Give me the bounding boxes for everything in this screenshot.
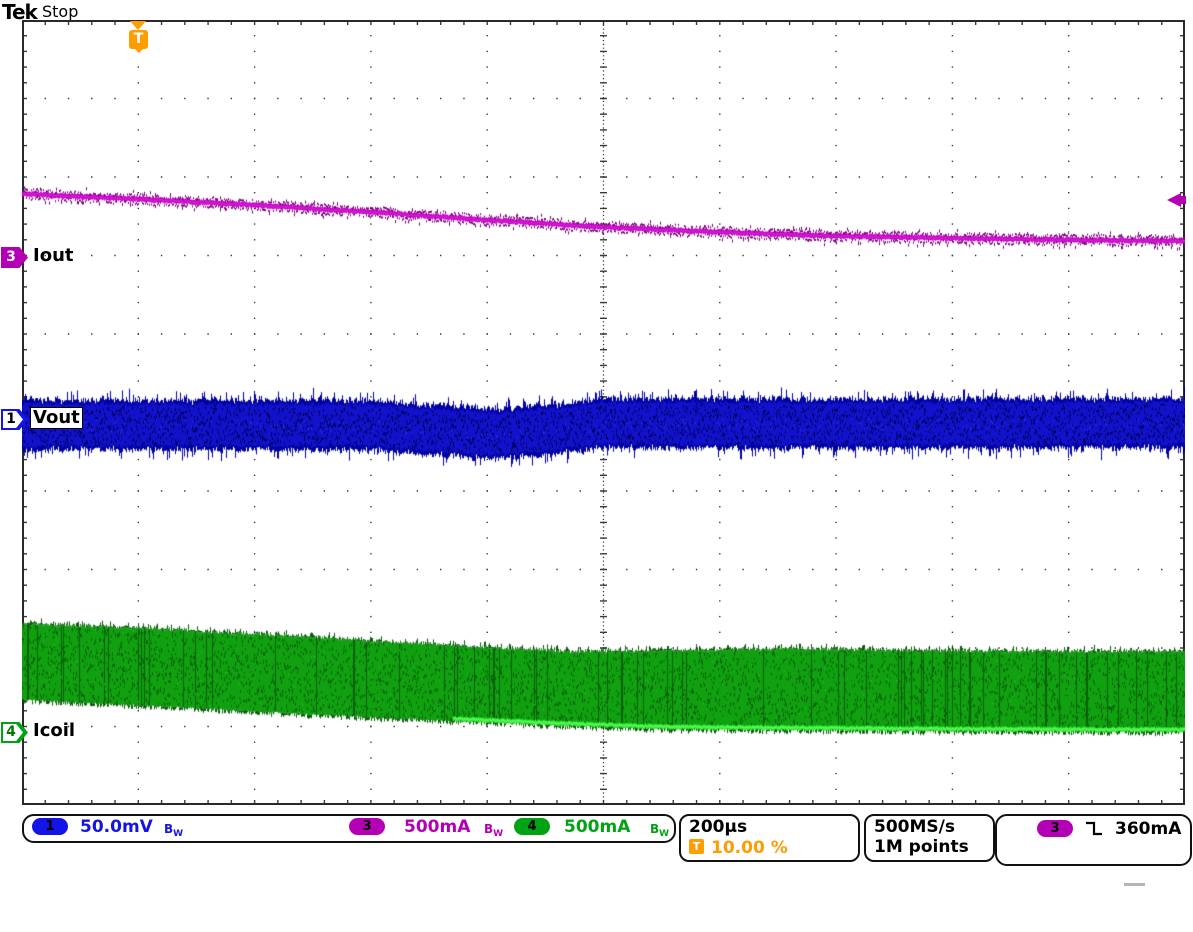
falling-edge-icon	[1085, 821, 1103, 836]
trigger-level-arrow-icon[interactable]	[1167, 193, 1181, 207]
ch4-scale-readout: 500mA	[564, 817, 630, 837]
trigger-t-icon: T	[689, 839, 704, 854]
ch4-bandwidth-limit-icon: BW	[650, 818, 669, 839]
trigger-position-triangle-icon[interactable]	[130, 21, 146, 30]
channel-readouts-box[interactable]: 1 50.0mV BW 3 500mA BW 4 500mA BW	[22, 814, 676, 843]
sample-rate-readout: 500MS/s	[874, 817, 955, 837]
trigger-readout-box[interactable]: 3 360mA	[995, 814, 1192, 866]
acquisition-state: Stop	[42, 2, 78, 21]
ch1-badge[interactable]: 1	[32, 818, 68, 835]
divider-dash	[1124, 883, 1145, 886]
acquisition-readout-box[interactable]: 500MS/s 1M points	[864, 814, 995, 862]
waveform-display	[22, 20, 1185, 805]
ch1-scale-readout: 50.0mV	[80, 817, 153, 837]
record-length-readout: 1M points	[874, 837, 969, 857]
ch3-scale-readout: 500mA	[404, 817, 470, 837]
ch1-label: Vout	[30, 407, 83, 429]
trigger-level-readout: 360mA	[1115, 819, 1181, 839]
trigger-level-arrow-tail	[1181, 196, 1186, 204]
timebase-readout: 200µs	[689, 817, 747, 837]
trigger-position-marker[interactable]: T	[129, 30, 148, 49]
ch3-label: Iout	[33, 246, 73, 266]
ch4-reference-marker[interactable]: 4	[1, 722, 28, 743]
trigger-position-readout: 10.00 %	[711, 838, 788, 858]
ch1-reference-marker[interactable]: 1	[1, 409, 28, 430]
trigger-source-badge: 3	[1037, 820, 1073, 837]
trigger-position-marker-point	[134, 48, 144, 53]
horizontal-readout-box[interactable]: 200µs T 10.00 %	[679, 814, 860, 862]
ch4-label: Icoil	[33, 721, 75, 741]
ch1-bandwidth-limit-icon: BW	[164, 818, 183, 839]
oscilloscope-screen: Tek Stop T 3 Iout 1 Vout 4 Icoil 1 50.0m…	[0, 0, 1193, 932]
ch3-badge[interactable]: 3	[349, 818, 385, 835]
ch4-badge[interactable]: 4	[514, 818, 550, 835]
ch3-bandwidth-limit-icon: BW	[484, 818, 503, 839]
ch3-reference-marker[interactable]: 3	[1, 247, 28, 268]
